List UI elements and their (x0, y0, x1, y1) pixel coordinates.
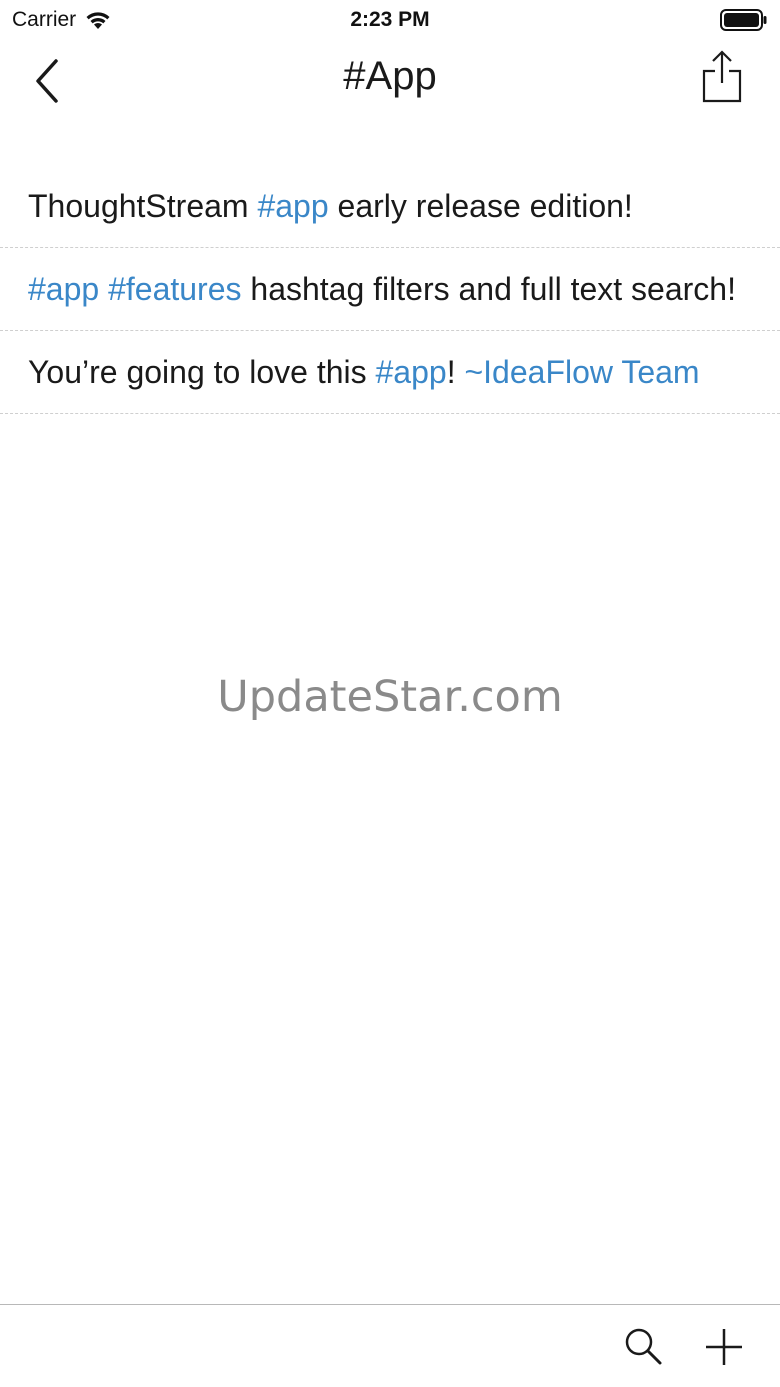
status-bar: Carrier 2:23 PM (0, 0, 780, 40)
thought-list: ThoughtStream #app early release edition… (0, 165, 780, 414)
search-button[interactable] (622, 1325, 666, 1369)
hashtag-link[interactable]: #features (108, 271, 241, 307)
watermark-text: UpdateStar.com (217, 672, 563, 722)
bottom-toolbar (0, 1304, 780, 1387)
thought-text: early release edition! (328, 188, 633, 224)
hashtag-link[interactable]: ~IdeaFlow Team (464, 354, 699, 390)
thought-row[interactable]: ThoughtStream #app early release edition… (0, 165, 780, 248)
status-time: 2:23 PM (350, 8, 430, 31)
plus-icon (706, 1329, 742, 1365)
share-icon (702, 50, 742, 103)
thought-text: hashtag filters and full text search! (241, 271, 736, 307)
share-button[interactable] (692, 44, 752, 108)
thought-text: ! (446, 354, 465, 390)
search-icon (625, 1328, 662, 1365)
battery-full-icon (720, 9, 767, 31)
hashtag-link[interactable]: #app (257, 188, 328, 224)
thought-row[interactable]: #app #features hashtag filters and full … (0, 248, 780, 331)
hashtag-link[interactable]: #app (28, 271, 99, 307)
add-thought-button[interactable] (702, 1325, 746, 1369)
thought-text (99, 271, 108, 307)
page-title: #App (343, 54, 437, 98)
thought-text: ThoughtStream (28, 188, 258, 224)
thought-row[interactable]: You’re going to love this #app! ~IdeaFlo… (0, 331, 780, 414)
navigation-bar: #App (0, 40, 780, 120)
thought-text: You’re going to love this (28, 354, 376, 390)
hashtag-link[interactable]: #app (376, 354, 447, 390)
